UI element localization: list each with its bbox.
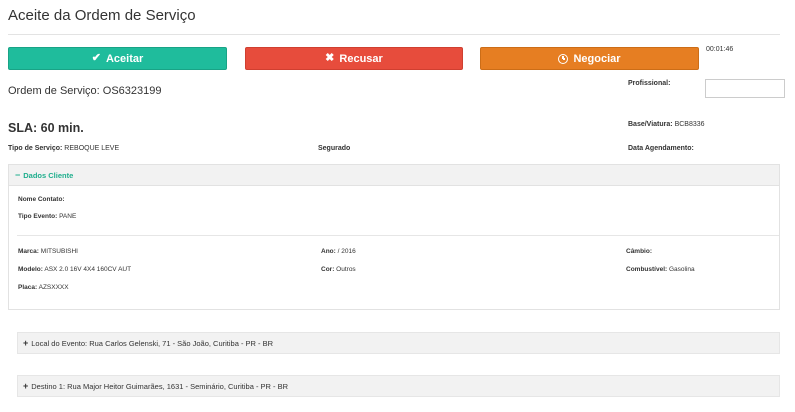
professional-label: Profissional: [628,80,671,87]
plus-icon: + [23,381,29,391]
negotiate-button-label: Negociar [573,52,621,65]
vehicle-gearbox: Câmbio: [626,248,652,255]
panel-divider [17,235,779,236]
base-vehicle-label: Base/Viatura: [628,121,673,128]
vehicle-plate: Placa: AZSXXXX [18,284,69,291]
vehicle-color-label: Cor: [321,266,335,273]
schedule-date-label: Data Agendamento: [628,145,694,152]
service-type-value: REBOQUE LEVE [64,145,120,152]
contact-name: Nome Contato: [18,196,65,203]
accept-button-label: Aceitar [105,52,144,65]
vehicle-gearbox-label: Câmbio: [626,248,652,255]
base-vehicle-value: BCB8336 [674,121,705,128]
accept-button[interactable]: ✔ Aceitar [8,47,227,70]
base-vehicle: Base/Viatura: BCB8336 [628,121,705,128]
event-type-label: Tipo Evento: [18,213,58,220]
vehicle-year-label: Ano: [321,248,336,255]
destination-panel[interactable]: + Destino 1: Rua Major Heitor Guimarães,… [17,375,780,397]
vehicle-plate-label: Placa: [18,284,38,291]
destination-text: Destino 1: Rua Major Heitor Guimarães, 1… [31,381,289,391]
vehicle-plate-value: AZSXXXX [38,284,69,291]
event-location-text: Local do Evento: Rua Carlos Gelenski, 71… [31,338,274,348]
vehicle-fuel: Combustível: Gasolina [626,266,695,273]
times-icon: ✖ [325,52,335,64]
insured-label: Segurado [318,145,351,152]
sla-text: SLA: 60 min. [8,121,84,135]
event-type: Tipo Evento: PANE [18,213,76,220]
vehicle-model-label: Modelo: [18,266,43,273]
vehicle-fuel-value: Gasolina [668,266,695,273]
service-type: Tipo de Serviço: REBOQUE LEVE [8,145,119,152]
order-number: Ordem de Serviço: OS6323199 [8,85,162,97]
client-data-panel-header[interactable]: − Dados Cliente [9,165,779,186]
plus-icon: + [23,338,29,348]
title-divider [8,34,780,35]
vehicle-color-value: Outros [336,266,356,273]
vehicle-year: Ano: / 2016 [321,248,356,255]
event-type-value: PANE [59,213,77,220]
vehicle-brand-label: Marca: [18,248,39,255]
refuse-button[interactable]: ✖ Recusar [245,47,463,70]
countdown-timer: 00:01:46 [706,46,734,53]
vehicle-year-value: / 2016 [337,248,356,255]
vehicle-model-value: ASX 2.0 16V 4X4 160CV AUT [44,266,132,273]
client-data-panel: − Dados Cliente Nome Contato: Tipo Event… [8,164,780,310]
refuse-button-label: Recusar [339,52,383,65]
vehicle-brand-value: MITSUBISHI [40,248,78,255]
vehicle-brand: Marca: MITSUBISHI [18,248,78,255]
client-data-panel-title: Dados Cliente [23,170,74,180]
vehicle-fuel-label: Combustível: [626,266,668,273]
vehicle-color: Cor: Outros [321,266,356,273]
negotiate-button[interactable]: Negociar [480,47,699,70]
page-title: Aceite da Ordem de Serviço [8,7,196,24]
check-icon: ✔ [91,52,101,64]
minus-icon: − [15,170,21,180]
clock-icon [558,53,569,64]
professional-input[interactable] [705,79,785,98]
contact-name-label: Nome Contato: [18,196,65,203]
service-type-label: Tipo de Serviço: [8,145,63,152]
vehicle-model: Modelo: ASX 2.0 16V 4X4 160CV AUT [18,266,131,273]
event-location-panel[interactable]: + Local do Evento: Rua Carlos Gelenski, … [17,332,780,354]
